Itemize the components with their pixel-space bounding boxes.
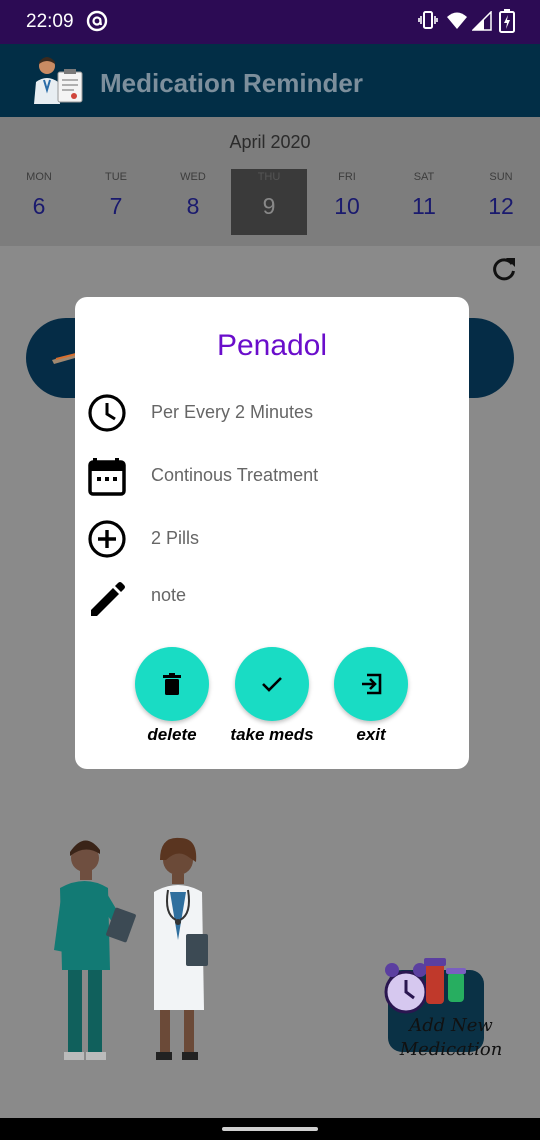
delete-circle[interactable] bbox=[135, 647, 209, 721]
pencil-icon bbox=[91, 582, 125, 616]
day-number: 8 bbox=[186, 193, 200, 219]
delete-button[interactable]: delete bbox=[117, 647, 227, 745]
dialog-actions: delete take meds exit bbox=[75, 647, 469, 757]
dose-text: 2 Pills bbox=[151, 528, 200, 548]
day-sat[interactable]: SAT 11 bbox=[386, 169, 462, 235]
trash-icon bbox=[163, 673, 181, 695]
day-wed[interactable]: WED 8 bbox=[155, 169, 231, 235]
alarm-clock-pills-icon bbox=[384, 958, 466, 1014]
status-bar: 22:09 bbox=[0, 0, 540, 44]
app-bar: Medication Reminder bbox=[0, 44, 540, 117]
day-thu-selected[interactable]: THU 9 bbox=[231, 169, 307, 235]
frequency-row: Per Every 2 Minutes bbox=[75, 393, 469, 437]
status-time: 22:09 bbox=[26, 11, 74, 32]
calendar-month: April 2020 bbox=[229, 132, 311, 152]
day-name: SUN bbox=[489, 171, 513, 183]
week-calendar: April 2020 MON 6 TUE 7 WED 8 THU 9 FRI 1… bbox=[0, 117, 540, 246]
home-handle[interactable] bbox=[222, 1127, 318, 1131]
day-name: FRI bbox=[338, 171, 356, 183]
day-fri[interactable]: FRI 10 bbox=[309, 169, 385, 235]
note-text: note bbox=[151, 585, 187, 605]
check-icon bbox=[262, 677, 282, 692]
day-number: 10 bbox=[334, 193, 360, 219]
frequency-text: Per Every 2 Minutes bbox=[151, 402, 314, 422]
day-name: MON bbox=[26, 171, 52, 183]
day-number: 12 bbox=[488, 193, 514, 219]
day-name: SAT bbox=[413, 171, 435, 183]
add-new-label: Add New Medication bbox=[399, 1015, 503, 1060]
system-nav-bar bbox=[0, 1118, 540, 1140]
day-tue[interactable]: TUE 7 bbox=[78, 169, 154, 235]
day-name: WED bbox=[180, 171, 206, 183]
day-mon[interactable]: MON 6 bbox=[1, 169, 77, 235]
add-new-medication-button[interactable]: Add New Medication bbox=[378, 956, 502, 1066]
day-number: 6 bbox=[32, 193, 46, 219]
refresh-icon[interactable] bbox=[490, 255, 518, 283]
day-name: TUE bbox=[105, 171, 127, 183]
at-sign-icon bbox=[86, 10, 108, 32]
day-number: 9 bbox=[262, 193, 276, 219]
vibrate-icon bbox=[418, 11, 438, 29]
doctors-illustration bbox=[54, 837, 208, 1060]
note-row: note bbox=[75, 580, 469, 624]
treatment-text: Continous Treatment bbox=[151, 465, 319, 485]
app-title: Medication Reminder bbox=[100, 68, 363, 98]
medication-detail-dialog: Penadol Per Every 2 Minutes Continous Tr… bbox=[75, 297, 469, 769]
doctor-logo-icon bbox=[34, 57, 83, 104]
take-meds-button[interactable]: take meds bbox=[217, 647, 327, 745]
day-number: 11 bbox=[412, 193, 436, 219]
day-name: THU bbox=[257, 171, 281, 183]
dose-row: 2 Pills bbox=[75, 519, 469, 563]
battery-icon bbox=[499, 9, 515, 33]
calendar-icon bbox=[88, 458, 126, 496]
clock-icon bbox=[88, 394, 126, 432]
treatment-row: Continous Treatment bbox=[75, 456, 469, 500]
exit-icon bbox=[362, 673, 382, 695]
exit-label: exit bbox=[356, 725, 386, 744]
take-meds-label: take meds bbox=[230, 725, 314, 744]
exit-button[interactable]: exit bbox=[316, 647, 426, 745]
day-number: 7 bbox=[109, 193, 123, 219]
wifi-icon bbox=[447, 12, 467, 29]
take-meds-circle[interactable] bbox=[235, 647, 309, 721]
delete-label: delete bbox=[147, 725, 197, 744]
day-sun[interactable]: SUN 12 bbox=[463, 169, 539, 235]
cell-signal-icon bbox=[472, 11, 492, 31]
medication-name: Penadol bbox=[216, 329, 328, 362]
plus-circle-icon bbox=[88, 520, 126, 558]
exit-circle[interactable] bbox=[334, 647, 408, 721]
